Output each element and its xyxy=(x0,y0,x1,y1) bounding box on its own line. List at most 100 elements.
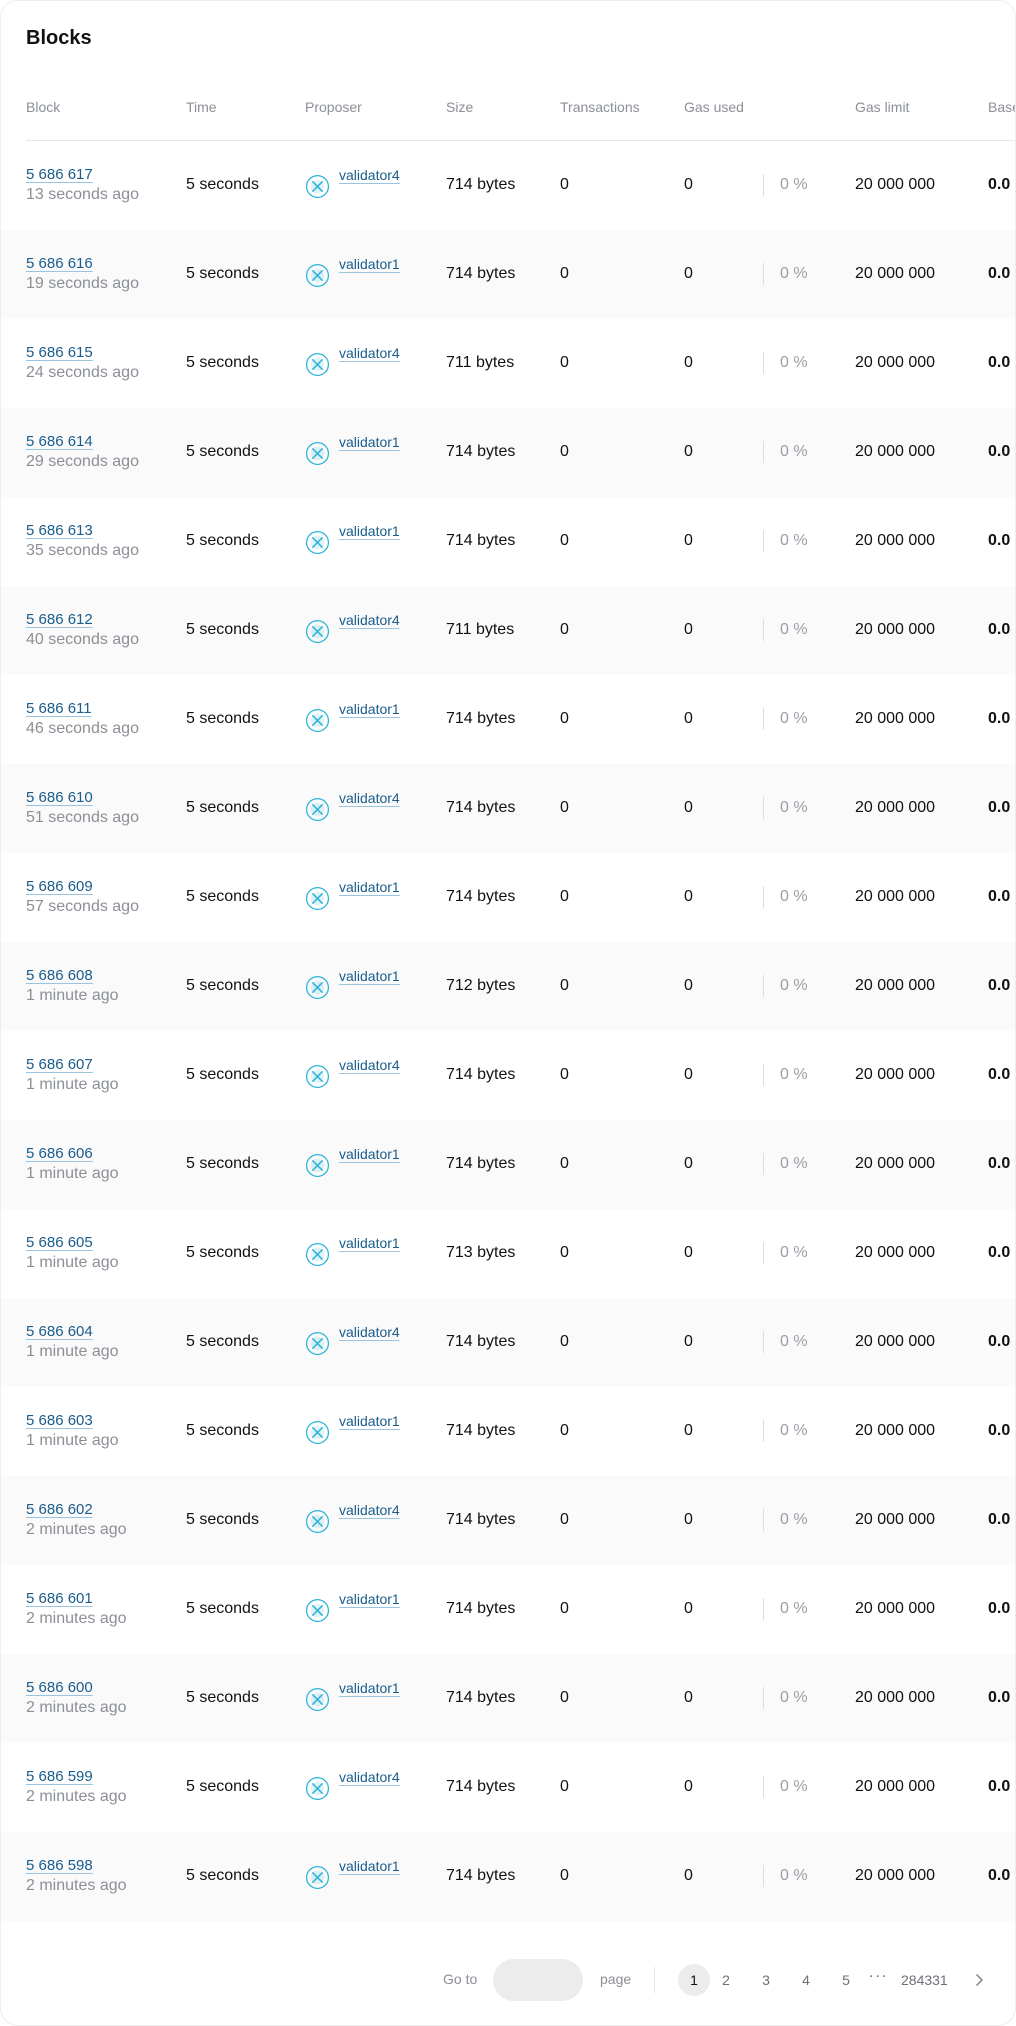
transactions-count: 0 xyxy=(560,1333,569,1350)
block-age: 40 seconds ago xyxy=(26,631,139,648)
proposer-link[interactable]: validator1 xyxy=(339,1680,400,1696)
proposer-link[interactable]: validator1 xyxy=(339,256,400,272)
base-fee: 0.0 xyxy=(988,1511,1011,1528)
gas-limit: 20 000 000 xyxy=(855,799,936,816)
table-row: 5 686 614 29 seconds ago 5 seconds validato… xyxy=(1,408,1015,497)
proposer-link[interactable]: validator1 xyxy=(339,968,400,984)
gas-divider xyxy=(763,1420,764,1442)
page-button-3[interactable]: 3 xyxy=(750,1964,782,1996)
block-number-link[interactable]: 5 686 605 xyxy=(26,1234,93,1251)
proposer-link[interactable]: validator4 xyxy=(339,1324,400,1340)
proposer-link[interactable]: validator1 xyxy=(339,1858,400,1874)
gas-divider xyxy=(763,1687,764,1709)
block-number-link[interactable]: 5 686 606 xyxy=(26,1145,93,1162)
base-fee: 0.0 xyxy=(988,888,1011,905)
block-number-link[interactable]: 5 686 615 xyxy=(26,344,93,361)
block-number-link[interactable]: 5 686 612 xyxy=(26,611,93,628)
transactions-count: 0 xyxy=(560,1600,569,1617)
proposer-avatar-icon xyxy=(305,1064,330,1089)
block-size: 714 bytes xyxy=(446,1600,516,1617)
base-fee: 0.0 xyxy=(988,265,1011,282)
block-number-link[interactable]: 5 686 616 xyxy=(26,255,93,272)
gas-divider xyxy=(763,352,764,374)
proposer-avatar-icon xyxy=(305,263,330,288)
page-button-4[interactable]: 4 xyxy=(790,1964,822,1996)
proposer-link[interactable]: validator4 xyxy=(339,790,400,806)
block-time: 5 seconds xyxy=(186,1244,259,1261)
proposer-link[interactable]: validator4 xyxy=(339,167,400,183)
header-base-fee: Base xyxy=(988,99,1015,115)
block-age: 2 minutes ago xyxy=(26,1610,127,1627)
block-number-link[interactable]: 5 686 611 xyxy=(26,700,92,717)
gas-divider xyxy=(763,263,764,285)
block-number-link[interactable]: 5 686 599 xyxy=(26,1768,93,1785)
proposer-link[interactable]: validator1 xyxy=(339,1591,400,1607)
block-number-link[interactable]: 5 686 617 xyxy=(26,166,93,183)
block-size: 714 bytes xyxy=(446,888,516,905)
block-age: 1 minute ago xyxy=(26,1165,119,1182)
gas-limit: 20 000 000 xyxy=(855,443,936,460)
gas-divider xyxy=(763,619,764,641)
block-age: 1 minute ago xyxy=(26,987,119,1004)
gas-used-percent: 0 % xyxy=(780,888,808,905)
proposer-link[interactable]: validator1 xyxy=(339,523,400,539)
block-age: 35 seconds ago xyxy=(26,542,139,559)
proposer-avatar-icon xyxy=(305,1153,330,1178)
block-number-link[interactable]: 5 686 608 xyxy=(26,967,93,984)
proposer-avatar-icon xyxy=(305,1687,330,1712)
proposer-link[interactable]: validator1 xyxy=(339,701,400,717)
transactions-count: 0 xyxy=(560,888,569,905)
proposer-link[interactable]: validator4 xyxy=(339,345,400,361)
header-block: Block xyxy=(26,99,61,115)
block-number-link[interactable]: 5 686 614 xyxy=(26,433,93,450)
gas-used: 0 xyxy=(684,977,693,994)
gas-divider xyxy=(763,1509,764,1531)
gas-used: 0 xyxy=(684,1600,693,1617)
block-number-link[interactable]: 5 686 607 xyxy=(26,1056,93,1073)
gas-used-percent: 0 % xyxy=(780,1155,808,1172)
proposer-link[interactable]: validator4 xyxy=(339,612,400,628)
block-number-link[interactable]: 5 686 613 xyxy=(26,522,93,539)
gas-divider xyxy=(763,1064,764,1086)
block-number-link[interactable]: 5 686 601 xyxy=(26,1590,93,1607)
gas-used: 0 xyxy=(684,799,693,816)
base-fee: 0.0 xyxy=(988,1867,1011,1884)
proposer-link[interactable]: validator1 xyxy=(339,1146,400,1162)
proposer-link[interactable]: validator1 xyxy=(339,1413,400,1429)
table-row: 5 686 609 57 seconds ago 5 seconds validato… xyxy=(1,853,1015,942)
goto-page-input[interactable] xyxy=(493,1959,583,2001)
gas-limit: 20 000 000 xyxy=(855,1244,936,1261)
block-age: 1 minute ago xyxy=(26,1343,119,1360)
gas-used-percent: 0 % xyxy=(780,1511,808,1528)
page-button-last[interactable]: 284331 xyxy=(901,1964,948,1996)
gas-used: 0 xyxy=(684,1333,693,1350)
page-button-1[interactable]: 1 xyxy=(678,1964,710,1996)
block-number-link[interactable]: 5 686 609 xyxy=(26,878,93,895)
block-number-link[interactable]: 5 686 602 xyxy=(26,1501,93,1518)
proposer-link[interactable]: validator4 xyxy=(339,1502,400,1518)
page-button-2[interactable]: 2 xyxy=(710,1964,742,1996)
block-time: 5 seconds xyxy=(186,443,259,460)
block-time: 5 seconds xyxy=(186,1333,259,1350)
chevron-right-icon[interactable] xyxy=(967,1968,991,1992)
proposer-link[interactable]: validator4 xyxy=(339,1769,400,1785)
block-number-link[interactable]: 5 686 603 xyxy=(26,1412,93,1429)
block-number-link[interactable]: 5 686 600 xyxy=(26,1679,93,1696)
gas-used-percent: 0 % xyxy=(780,176,808,193)
block-number-link[interactable]: 5 686 604 xyxy=(26,1323,93,1340)
transactions-count: 0 xyxy=(560,1778,569,1795)
block-number-link[interactable]: 5 686 610 xyxy=(26,789,93,806)
proposer-avatar-icon xyxy=(305,797,330,822)
gas-limit: 20 000 000 xyxy=(855,1689,936,1706)
transactions-count: 0 xyxy=(560,1511,569,1528)
proposer-link[interactable]: validator1 xyxy=(339,879,400,895)
proposer-link[interactable]: validator1 xyxy=(339,1235,400,1251)
block-time: 5 seconds xyxy=(186,354,259,371)
page-button-5[interactable]: 5 xyxy=(830,1964,862,1996)
proposer-link[interactable]: validator1 xyxy=(339,434,400,450)
gas-used-percent: 0 % xyxy=(780,532,808,549)
block-number-link[interactable]: 5 686 598 xyxy=(26,1857,93,1874)
gas-used-percent: 0 % xyxy=(780,354,808,371)
proposer-link[interactable]: validator4 xyxy=(339,1057,400,1073)
base-fee: 0.0 xyxy=(988,354,1011,371)
